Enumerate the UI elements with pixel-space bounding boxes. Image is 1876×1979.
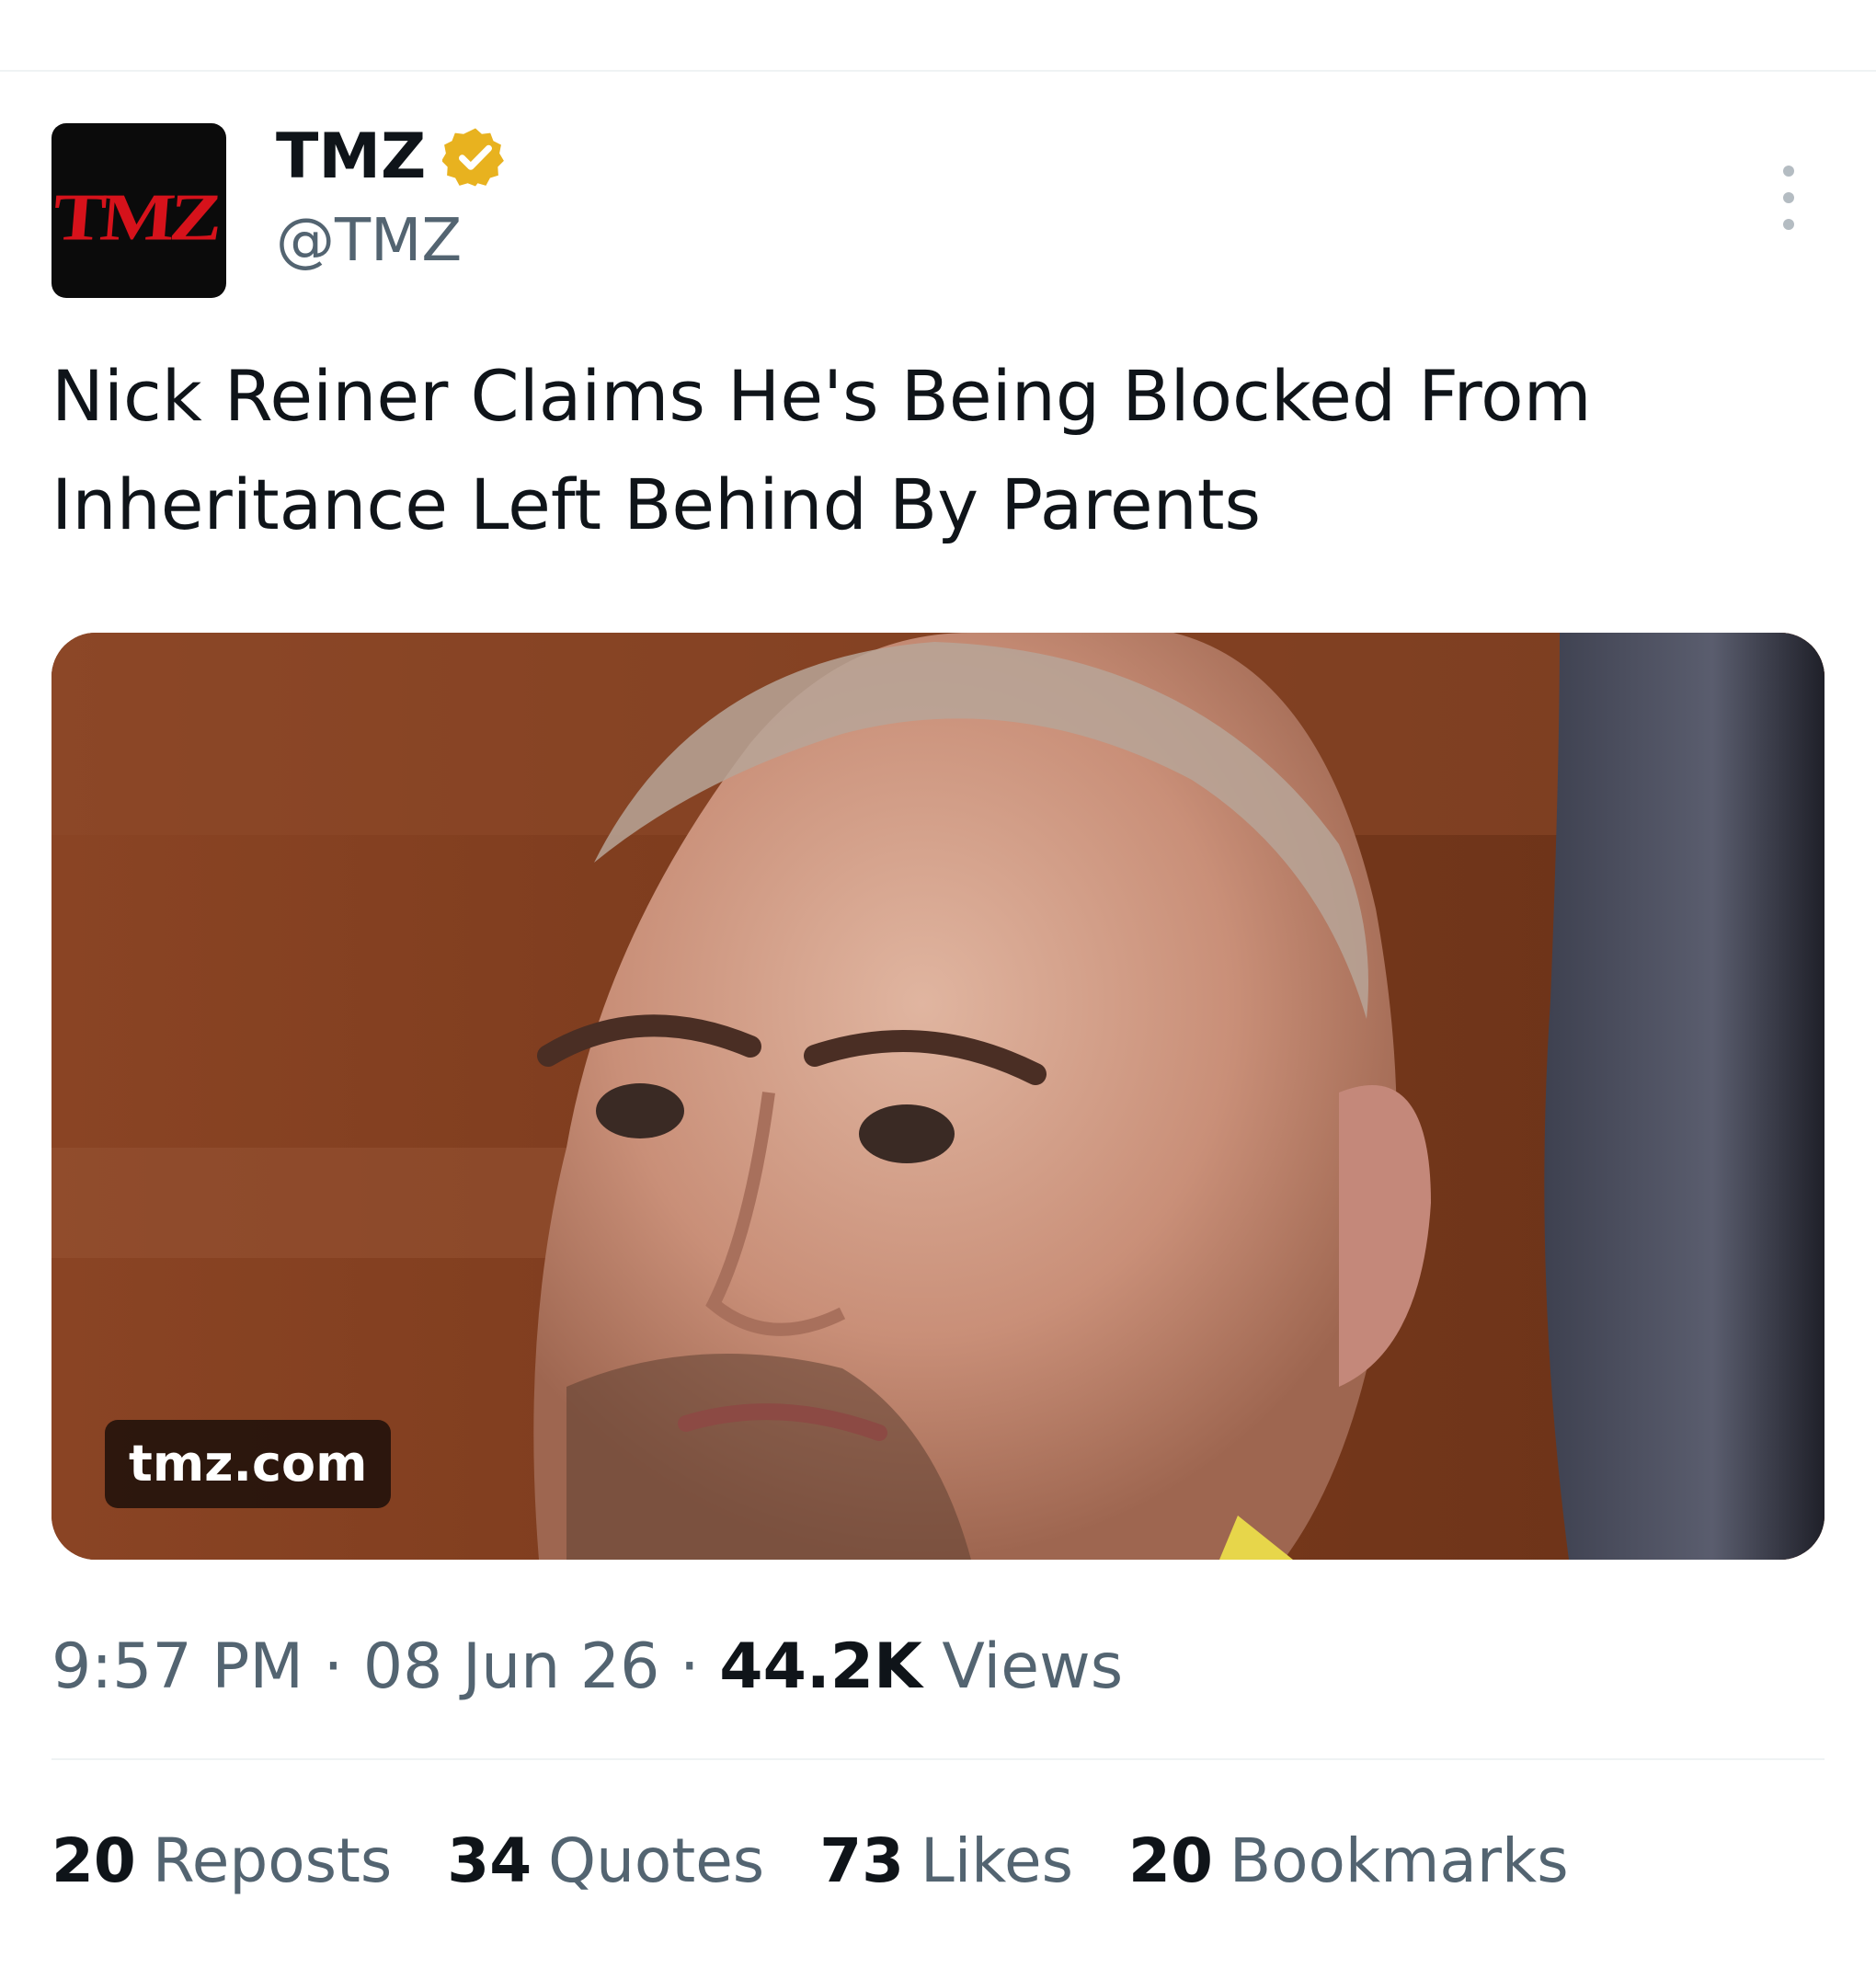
- author-handle[interactable]: @TMZ: [276, 204, 462, 278]
- tweet-date[interactable]: 08 Jun 26: [363, 1630, 660, 1703]
- link-domain-badge[interactable]: tmz.com: [105, 1420, 392, 1508]
- author-name-row[interactable]: TMZ: [276, 118, 509, 197]
- more-options-button[interactable]: [1764, 156, 1813, 239]
- avatar[interactable]: TMZ: [51, 123, 226, 298]
- quotes-stat[interactable]: 34 Quotes: [447, 1819, 764, 1904]
- verified-icon: [442, 128, 505, 187]
- more-vertical-icon: [1783, 166, 1794, 177]
- tweet-text: Nick Reiner Claims He's Being Blocked Fr…: [51, 355, 1592, 545]
- reposts-stat[interactable]: 20 Reposts: [51, 1819, 392, 1904]
- bookmarks-stat[interactable]: 20 Bookmarks: [1128, 1819, 1569, 1904]
- views-count: 44.2K: [719, 1630, 922, 1703]
- tweet-meta: 9:57 PM · 08 Jun 26 · 44.2K Views: [51, 1630, 1124, 1703]
- stats-divider: [51, 1758, 1825, 1760]
- link-card-image[interactable]: tmz.com: [51, 633, 1825, 1560]
- engagement-stats: 20 Reposts 34 Quotes 73 Likes 20 Bookmarks: [51, 1819, 1624, 1904]
- tweet-time[interactable]: 9:57 PM: [51, 1630, 303, 1703]
- tmz-logo: TMZ: [51, 179, 221, 255]
- top-divider: [0, 70, 1876, 72]
- views-label: Views: [942, 1630, 1124, 1703]
- likes-stat[interactable]: 73 Likes: [819, 1819, 1073, 1904]
- author-display-name[interactable]: TMZ: [276, 118, 426, 197]
